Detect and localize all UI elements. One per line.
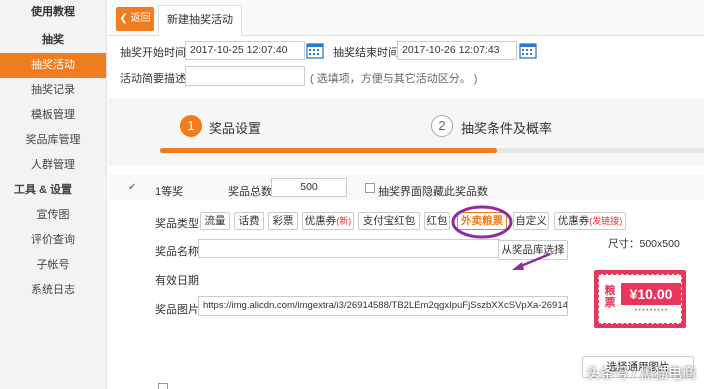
prize-level-label: 1等奖 <box>155 186 184 198</box>
step-2-label[interactable]: 抽奖条件及概率 <box>461 118 552 137</box>
tab-bar: ❮ 返回 新建抽奖活动 <box>108 0 704 36</box>
sidebar-item-promo-image[interactable]: 宣传图 <box>0 203 106 228</box>
prize-name-label: 奖品名称 <box>155 246 199 258</box>
coupon-voucher-text: 粮票 <box>604 285 616 309</box>
prize-type-phone-credit[interactable]: 话费 <box>234 212 264 230</box>
coupon-inner: 粮票 ¥10.00 • • • • • • • • • <box>598 274 682 324</box>
prize-type-custom[interactable]: 自定义 <box>513 212 549 230</box>
sidebar-section-lottery: 抽奖 <box>42 34 64 46</box>
arrow-annotation <box>512 252 551 270</box>
watermark: 头条号 / 黑猫电商 <box>586 365 696 381</box>
valid-date-label: 有效日期 <box>155 275 199 287</box>
bottom-checkbox[interactable] <box>158 383 168 389</box>
sidebar-item-tutorial[interactable]: 使用教程 <box>0 0 106 25</box>
prize-name-input[interactable] <box>198 239 500 258</box>
sidebar: 使用教程 抽奖 抽奖活动 抽奖记录 模板管理 奖品库管理 人群管理 工具 & 设… <box>0 0 107 389</box>
prize-type-alipay-redpacket[interactable]: 支付宝红包 <box>358 212 420 230</box>
end-time-label: 抽奖结束时间 <box>333 47 399 59</box>
description-label: 活动简要描述 <box>120 73 186 85</box>
prize-type-data[interactable]: 流量 <box>200 212 230 230</box>
step-2-circle: 2 <box>431 115 453 137</box>
step-1-circle: 1 <box>180 115 202 137</box>
sidebar-item-sub-account[interactable]: 子帐号 <box>0 253 106 278</box>
end-time-input[interactable]: 2017-10-26 12:07:43 <box>397 41 517 60</box>
hide-count-checkbox[interactable] <box>365 183 375 193</box>
sidebar-item-system-log[interactable]: 系统日志 <box>0 278 106 303</box>
check-icon[interactable]: ✔ <box>128 182 136 193</box>
start-time-label: 抽奖开始时间 <box>120 47 186 59</box>
step-1-label[interactable]: 奖品设置 <box>209 118 261 137</box>
back-button[interactable]: ❮ 返回 <box>116 7 154 31</box>
sidebar-item-review-query[interactable]: 评价查询 <box>0 228 106 253</box>
prize-total-input[interactable]: 500 <box>271 178 347 197</box>
prize-type-lottery-ticket[interactable]: 彩票 <box>268 212 298 230</box>
step-progress-fill <box>160 148 498 153</box>
main-content: ❮ 返回 新建抽奖活动 抽奖开始时间 2017-10-25 12:07:40 抽… <box>108 0 704 389</box>
sidebar-item-template-manage[interactable]: 模板管理 <box>0 103 106 128</box>
prize-image-url-input[interactable]: https://img.alicdn.com/imgextra/i3/26914… <box>198 296 568 316</box>
back-button-label: 返回 <box>130 13 151 24</box>
tab-new-lottery[interactable]: 新建抽奖活动 <box>158 5 242 36</box>
image-size-text: 尺寸：500x500 <box>608 238 680 250</box>
prize-image-label: 奖品图片 <box>155 304 199 316</box>
start-time-input[interactable]: 2017-10-25 12:07:40 <box>185 41 305 60</box>
calendar-icon[interactable] <box>519 41 537 59</box>
description-hint: ( 选填项，方便与其它活动区分。 ) <box>310 73 478 85</box>
chevron-left-icon: ❮ <box>119 13 128 24</box>
prize-type-coupon-new[interactable]: 优惠券(新) <box>302 212 354 230</box>
sidebar-section-tools: 工具 & 设置 <box>14 184 73 196</box>
step-progress-track <box>160 148 704 153</box>
description-input[interactable] <box>185 66 305 86</box>
sidebar-item-lottery-records[interactable]: 抽奖记录 <box>0 78 106 103</box>
sidebar-item-lottery-activity[interactable]: 抽奖活动 <box>0 53 106 78</box>
sidebar-item-crowd-manage[interactable]: 人群管理 <box>0 153 106 178</box>
prize-total-label: 奖品总数 <box>228 186 272 198</box>
prize-type-coupon-link[interactable]: 优惠券(发链接) <box>554 212 626 230</box>
calendar-icon[interactable] <box>306 41 324 59</box>
highlight-circle-annotation <box>451 205 513 239</box>
coupon-amount: ¥10.00 <box>621 283 681 305</box>
coupon-dots: • • • • • • • • • <box>634 308 668 314</box>
prize-type-redpacket[interactable]: 红包 <box>424 212 450 230</box>
hide-count-label: 抽奖界面隐藏此奖品数 <box>378 186 488 198</box>
sidebar-item-prize-library[interactable]: 奖品库管理 <box>0 128 106 153</box>
coupon-preview-image: 粮票 ¥10.00 • • • • • • • • • <box>594 270 686 328</box>
prize-type-label: 奖品类型 <box>155 218 199 230</box>
